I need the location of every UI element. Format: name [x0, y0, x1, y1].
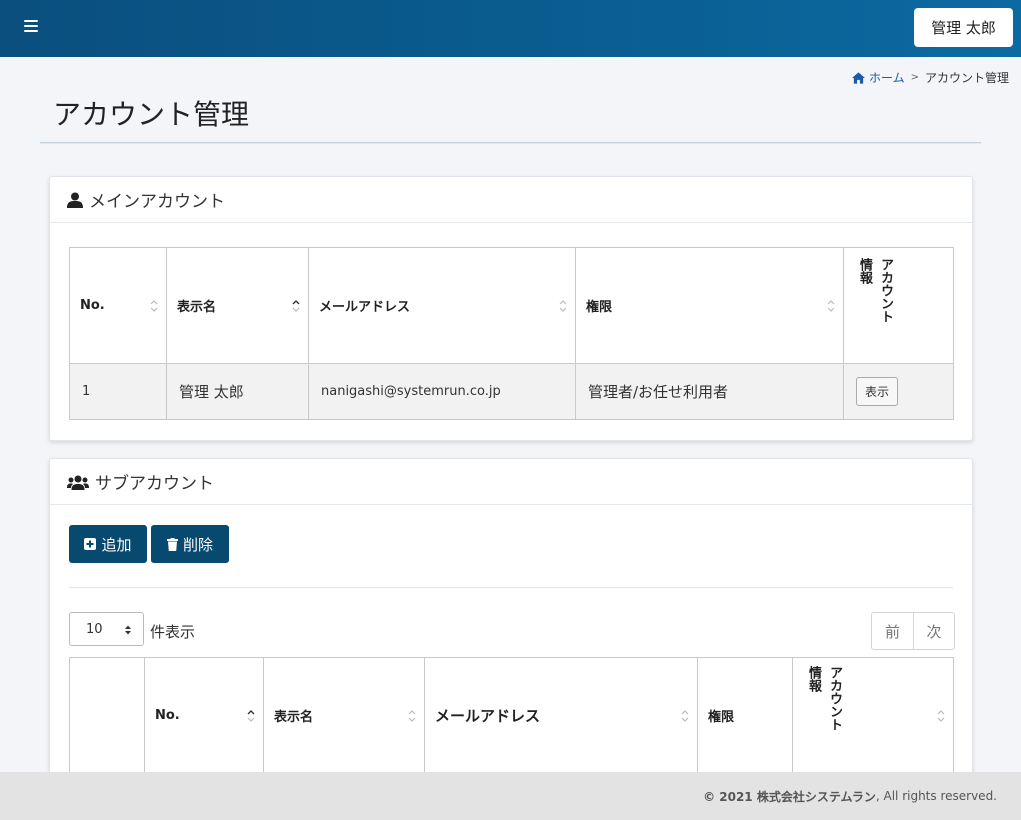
sub-account-header: サブアカウント — [50, 459, 972, 505]
title-divider — [40, 142, 981, 144]
plus-square-icon — [84, 538, 97, 550]
show-button[interactable]: 表示 — [856, 377, 899, 406]
table-header-row: No. 表示名 メールアドレス 権限 アカウント 情報 — [69, 657, 954, 774]
column-header-name[interactable]: 表示名 — [166, 247, 309, 364]
column-header-no[interactable]: No. — [69, 247, 167, 364]
select-caret-icon — [125, 625, 131, 635]
sub-account-title: サブアカウント — [95, 474, 214, 494]
cell-no: 1 — [69, 363, 167, 420]
sort-icon — [681, 709, 689, 722]
sub-account-table: No. 表示名 メールアドレス 権限 アカウント 情報 — [69, 657, 954, 774]
footer-rights: , All rights reserved. — [875, 789, 997, 803]
page-title: アカウント管理 — [53, 98, 250, 131]
column-header-account-info: アカウント 情報 — [843, 247, 954, 364]
delete-button-label: 削除 — [182, 535, 213, 554]
breadcrumb-home-label: ホーム — [868, 71, 905, 85]
column-header-role[interactable]: 権限 — [697, 657, 793, 774]
cell-name: 管理 太郎 — [166, 363, 309, 420]
column-label: No. — [80, 298, 105, 313]
sort-icon — [559, 299, 567, 312]
column-header-email[interactable]: メールアドレス — [424, 657, 698, 774]
column-header-email[interactable]: メールアドレス — [308, 247, 576, 364]
sort-ascending-icon — [292, 299, 300, 312]
sub-account-card: サブアカウント 追加 削除 10 件表示 前 次 No. 表示名 メールアドレス… — [49, 458, 973, 798]
column-header-account-info[interactable]: アカウント 情報 — [792, 657, 954, 774]
breadcrumb-home-link[interactable]: ホーム — [851, 69, 905, 86]
section-divider — [69, 587, 953, 588]
add-button-label: 追加 — [101, 535, 132, 554]
per-page-label: 件表示 — [150, 623, 196, 641]
prev-page-button[interactable]: 前 — [872, 613, 913, 649]
column-label: No. — [155, 708, 180, 723]
delete-button[interactable]: 削除 — [151, 525, 229, 563]
breadcrumb-separator: > — [910, 72, 919, 83]
column-label: 表示名 — [274, 710, 314, 725]
column-label: 権限 — [708, 710, 735, 725]
footer: © 2021 株式会社システムラン , All rights reserved. — [0, 772, 1021, 820]
sort-icon — [827, 299, 835, 312]
cell-role: 管理者/お任せ利用者 — [575, 363, 844, 420]
column-label: メールアドレス — [435, 707, 541, 725]
column-label: 表示名 — [177, 300, 217, 315]
breadcrumb: ホーム > アカウント管理 — [851, 69, 1009, 86]
home-icon — [851, 71, 865, 84]
main-account-header: メインアカウント — [50, 177, 972, 223]
column-label: 権限 — [586, 300, 613, 315]
column-header-select — [69, 657, 145, 774]
user-menu-button[interactable]: 管理 太郎 — [914, 8, 1013, 47]
column-label: メールアドレス — [319, 300, 411, 315]
page-size-value: 10 — [86, 621, 103, 637]
add-button[interactable]: 追加 — [69, 525, 147, 563]
table-header-row: No. 表示名 メールアドレス 権限 アカウント 情報 — [69, 247, 954, 364]
sort-icon — [150, 299, 158, 312]
page-size-select[interactable]: 10 — [69, 612, 144, 646]
main-account-title: メインアカウント — [89, 192, 225, 212]
sort-icon — [937, 709, 945, 722]
user-icon — [67, 192, 83, 208]
column-label-account: アカウント — [827, 666, 842, 731]
column-header-role[interactable]: 権限 — [575, 247, 844, 364]
column-label-account: アカウント — [878, 258, 893, 323]
users-icon — [67, 475, 89, 490]
table-row: 1 管理 太郎 nanigashi@systemrun.co.jp 管理者/お任… — [69, 363, 954, 420]
footer-copyright: © 2021 株式会社システムラン — [703, 789, 876, 804]
column-header-name[interactable]: 表示名 — [263, 657, 425, 774]
main-account-card: メインアカウント No. 表示名 メールアドレス 権限 アカウント 情報 1 管… — [49, 176, 973, 441]
sort-ascending-icon — [247, 709, 255, 722]
next-page-button[interactable]: 次 — [913, 613, 954, 649]
top-bar: 管理 太郎 — [0, 0, 1021, 57]
cell-action: 表示 — [843, 363, 954, 420]
cell-email: nanigashi@systemrun.co.jp — [308, 363, 576, 420]
trash-icon — [166, 537, 178, 551]
breadcrumb-current: アカウント管理 — [924, 71, 1009, 85]
menu-icon[interactable] — [24, 20, 38, 34]
column-label-info: 情報 — [806, 666, 821, 692]
sort-icon — [408, 709, 416, 722]
main-account-table: No. 表示名 メールアドレス 権限 アカウント 情報 1 管理 太郎 nani… — [69, 247, 954, 420]
pagination: 前 次 — [871, 612, 955, 650]
column-label-info: 情報 — [857, 258, 872, 284]
column-header-no[interactable]: No. — [144, 657, 264, 774]
